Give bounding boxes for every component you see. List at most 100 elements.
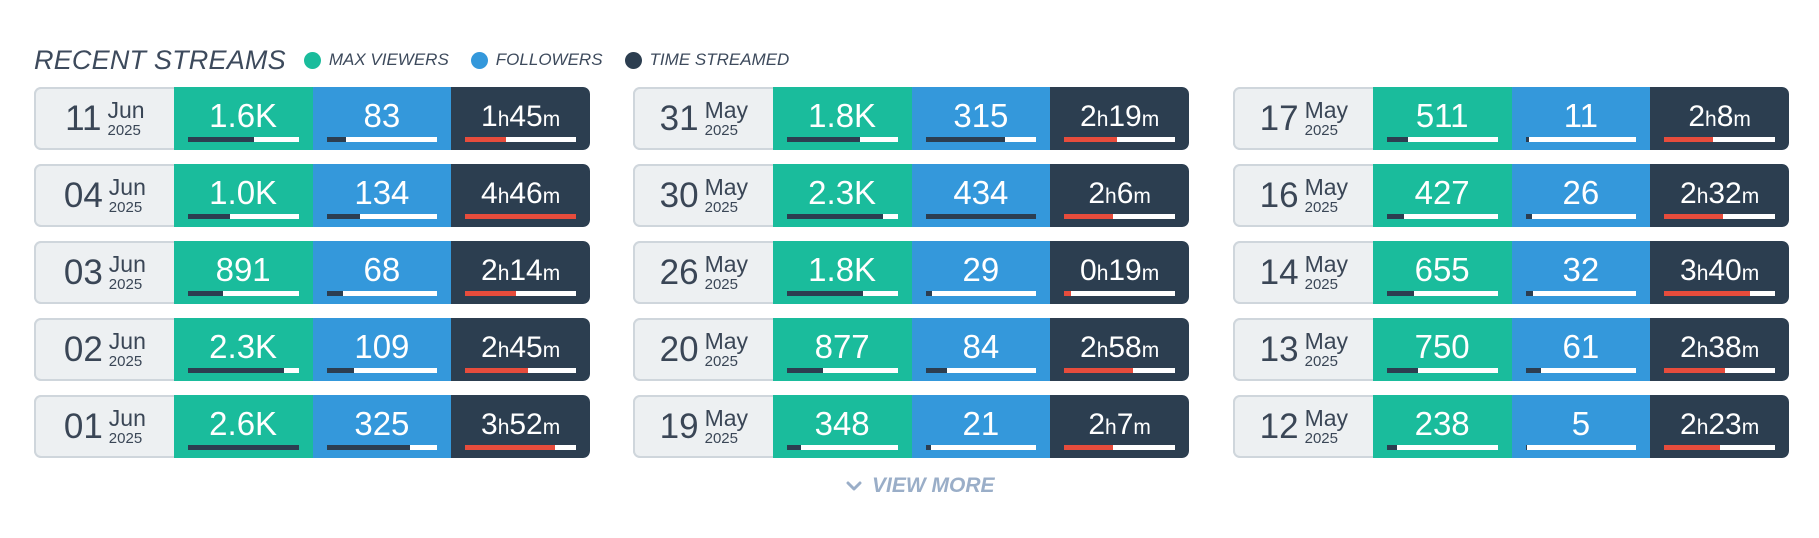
max-viewers-value: 2.6K (209, 405, 278, 442)
time-streamed-bar (465, 291, 576, 296)
minutes-unit: m (1741, 339, 1760, 362)
followers-value: 109 (354, 328, 410, 365)
time-streamed-cell: 2h23m (1650, 395, 1789, 458)
followers-cell: 5 (1511, 395, 1651, 458)
time-streamed-cell: 2h8m (1650, 87, 1789, 150)
stream-year: 2025 (107, 122, 141, 139)
stream-row[interactable]: 20 May 2025 877 84 2h58m (633, 318, 1189, 381)
time-streamed-bar-fill (1664, 445, 1720, 450)
stream-column-3: 17 May 2025 511 11 2h8m 16 May 2025 427 26 2h32m 14 M… (1233, 87, 1789, 472)
followers-cell: 434 (911, 164, 1051, 227)
time-hours: 2 (481, 254, 498, 287)
followers-cell: 11 (1511, 87, 1651, 150)
minutes-unit: m (542, 339, 561, 362)
stream-row[interactable]: 30 May 2025 2.3K 434 2h6m (633, 164, 1189, 227)
stream-date: 16 May 2025 (1233, 164, 1373, 227)
followers-bar-fill (1525, 368, 1541, 373)
followers-bar-fill (326, 137, 347, 142)
time-hours: 3 (1680, 254, 1697, 287)
hours-unit: h (497, 339, 510, 362)
time-minutes: 6 (1116, 177, 1134, 210)
minutes-unit: m (542, 108, 561, 131)
followers-cell: 84 (911, 318, 1051, 381)
stream-month-year: May 2025 (705, 407, 748, 447)
view-more-button[interactable]: VIEW MORE (846, 474, 995, 498)
max-viewers-cell: 238 (1372, 395, 1512, 458)
max-viewers-bar-fill (1386, 368, 1418, 373)
minutes-unit: m (1741, 262, 1760, 285)
legend-label: MAX VIEWERS (328, 50, 449, 69)
followers-cell: 21 (911, 395, 1051, 458)
time-streamed-cell: 2h19m (1050, 87, 1189, 150)
hours-unit: h (497, 416, 510, 439)
minutes-unit: m (1733, 108, 1751, 131)
followers-bar-fill (1525, 291, 1534, 296)
stream-month-year: Jun 2025 (109, 176, 146, 216)
stream-month-year: Jun 2025 (109, 330, 146, 370)
followers-bar-fill (925, 368, 947, 373)
hours-unit: h (1705, 108, 1717, 131)
stream-row[interactable]: 17 May 2025 511 11 2h8m (1233, 87, 1789, 150)
stream-row[interactable]: 14 May 2025 655 32 3h40m (1233, 241, 1789, 304)
time-streamed-value: 3h40m (1680, 256, 1759, 304)
time-streamed-cell: 3h52m (451, 395, 590, 458)
time-streamed-value: 2h19m (1080, 102, 1159, 150)
minutes-unit: m (1141, 108, 1160, 131)
stream-row[interactable]: 19 May 2025 348 21 2h7m (633, 395, 1189, 458)
stream-day: 19 (659, 406, 699, 446)
minutes-unit: m (542, 416, 561, 439)
time-hours: 2 (1680, 177, 1697, 210)
followers-value: 83 (363, 97, 401, 134)
followers-value: 68 (363, 251, 401, 288)
max-viewers-bar (786, 368, 898, 373)
followers-value: 325 (354, 405, 410, 442)
stream-row[interactable]: 16 May 2025 427 26 2h32m (1233, 164, 1789, 227)
time-streamed-bar-fill (465, 368, 529, 373)
followers-bar-fill (326, 291, 344, 296)
stream-day: 02 (63, 329, 103, 369)
max-viewers-value: 1.8K (808, 97, 877, 134)
max-viewers-cell: 1.8K (772, 241, 912, 304)
max-viewers-value: 1.6K (209, 97, 278, 134)
followers-cell: 315 (911, 87, 1051, 150)
stream-day: 30 (659, 175, 699, 215)
stream-row[interactable]: 11 Jun 2025 1.6K 83 1h45m (34, 87, 590, 150)
time-hours: 4 (481, 177, 498, 210)
followers-bar (326, 368, 438, 373)
stream-row[interactable]: 02 Jun 2025 2.3K 109 2h45m (34, 318, 590, 381)
stream-month: May (1304, 97, 1349, 123)
stream-month-year: Jun 2025 (107, 99, 145, 139)
followers-bar-fill (925, 445, 932, 450)
followers-cell: 109 (312, 318, 452, 381)
stream-row[interactable]: 13 May 2025 750 61 2h38m (1233, 318, 1789, 381)
max-viewers-cell: 750 (1372, 318, 1512, 381)
stream-row[interactable]: 26 May 2025 1.8K 29 0h19m (633, 241, 1189, 304)
stream-row[interactable]: 31 May 2025 1.8K 315 2h19m (633, 87, 1189, 150)
stream-day: 04 (63, 175, 103, 215)
stream-date: 12 May 2025 (1233, 395, 1373, 458)
stream-row[interactable]: 01 Jun 2025 2.6K 325 3h52m (34, 395, 590, 458)
stream-month: Jun (108, 405, 146, 431)
followers-bar-fill (925, 137, 1006, 142)
followers-bar (326, 137, 438, 142)
stream-row[interactable]: 04 Jun 2025 1.0K 134 4h46m (34, 164, 590, 227)
stream-month: May (704, 251, 749, 277)
stream-date: 11 Jun 2025 (34, 87, 174, 150)
stream-year: 2025 (704, 276, 738, 293)
time-streamed-bar (1064, 291, 1175, 296)
time-streamed-bar-fill (1664, 137, 1713, 142)
stream-row[interactable]: 12 May 2025 238 5 2h23m (1233, 395, 1789, 458)
time-minutes: 19 (1108, 100, 1142, 133)
time-minutes: 38 (1708, 331, 1742, 364)
stream-row[interactable]: 03 Jun 2025 891 68 2h14m (34, 241, 590, 304)
max-viewers-bar (187, 214, 299, 219)
followers-value: 84 (962, 328, 1000, 365)
section-header: RECENT STREAMS MAX VIEWERS FOLLOWERS TIM… (34, 40, 811, 80)
max-viewers-cell: 427 (1372, 164, 1512, 227)
time-streamed-value: 2h14m (481, 256, 560, 304)
stream-month: May (704, 97, 749, 123)
time-hours: 2 (1688, 100, 1706, 133)
time-minutes: 45 (509, 331, 543, 364)
legend-label: TIME STREAMED (649, 50, 790, 69)
max-viewers-value: 1.8K (808, 251, 877, 288)
